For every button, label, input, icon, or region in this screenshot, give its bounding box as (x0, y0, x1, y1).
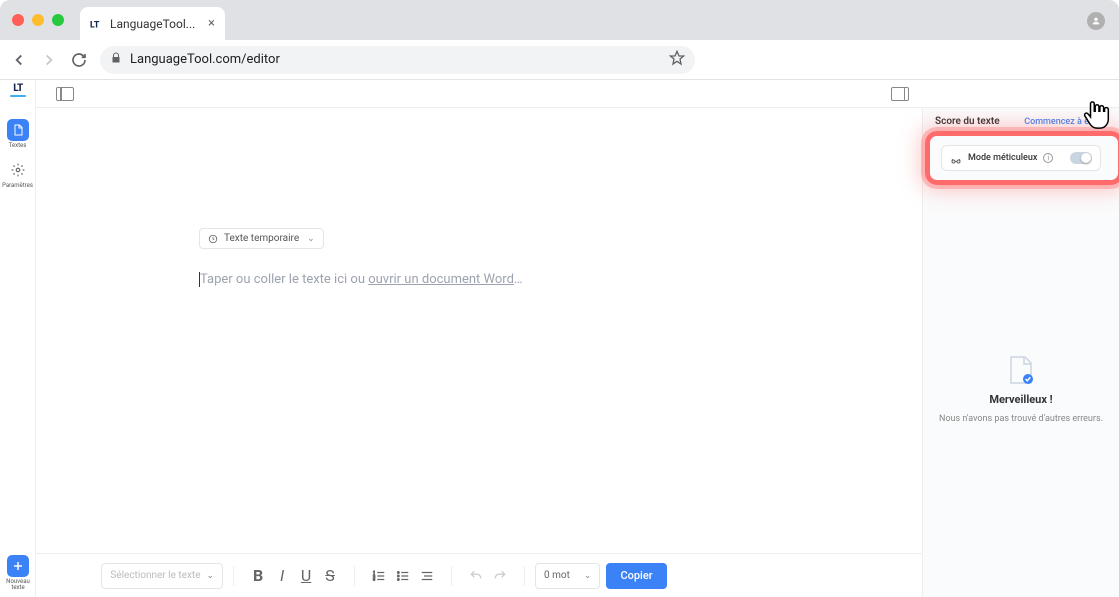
browser-address-bar: LanguageTool.com/editor (0, 40, 1119, 80)
info-icon[interactable]: i (1043, 153, 1053, 163)
tab-title: LanguageTool... (110, 17, 202, 31)
svg-text:LT: LT (90, 20, 100, 30)
document-icon (7, 119, 29, 141)
redo-icon (492, 568, 508, 584)
favicon-icon: LT (90, 17, 104, 31)
back-icon[interactable] (10, 51, 28, 69)
select-text-dropdown[interactable]: Sélectionner le texte ⌄ (101, 563, 223, 589)
bold-icon[interactable]: B (250, 568, 266, 584)
maximize-window-icon[interactable] (52, 14, 64, 26)
new-text-button[interactable] (7, 555, 29, 577)
rail-item-settings[interactable]: Paramètres (3, 156, 33, 192)
minimize-window-icon[interactable] (32, 14, 44, 26)
forward-icon (40, 51, 58, 69)
cursor-hand-icon (1083, 98, 1113, 132)
toggle-left-panel-icon[interactable] (56, 87, 74, 101)
rail-label: Textes (9, 143, 27, 149)
undo-icon (468, 568, 484, 584)
bullet-list-icon[interactable] (395, 568, 411, 584)
score-label: Score du texte (935, 116, 1000, 127)
close-tab-icon[interactable]: × (208, 16, 215, 31)
editor-area: Texte temporaire ⌄ Taper ou coller le te… (36, 80, 922, 597)
lock-icon (110, 52, 122, 68)
window-controls (12, 14, 64, 26)
clock-icon (208, 234, 218, 244)
copy-button[interactable]: Copier (606, 563, 666, 589)
toggle-right-panel-icon[interactable] (891, 87, 909, 101)
empty-state-title: Merveilleux ! (989, 393, 1052, 406)
editor-textarea[interactable]: Taper ou coller le texte ici ou ouvrir u… (199, 271, 759, 287)
gear-icon (7, 159, 29, 181)
empty-state-subtitle: Nous n'avons pas trouvé d'autres erreurs… (939, 414, 1103, 426)
chevron-down-icon: ⌄ (307, 234, 315, 244)
browser-tab[interactable]: LT LanguageTool... × (80, 7, 225, 40)
left-rail: Textes Paramètres Nouveau texte (0, 80, 36, 597)
meticulous-mode-row: Mode méticuleux i (931, 137, 1111, 179)
meticulous-label: Mode méticuleux (968, 153, 1037, 163)
browser-tab-bar: LT LanguageTool... × (0, 0, 1119, 40)
bottom-toolbar: Sélectionner le texte ⌄ B I U S 123 0 mo… (36, 553, 922, 597)
chevron-down-icon: ⌄ (584, 571, 592, 581)
document-check-icon (1008, 355, 1034, 385)
italic-icon[interactable]: I (274, 568, 290, 584)
outdent-icon[interactable] (419, 568, 435, 584)
bookmark-star-icon[interactable] (669, 50, 685, 70)
svg-text:3: 3 (373, 577, 375, 581)
url-bar[interactable]: LanguageTool.com/editor (100, 46, 695, 74)
word-count-dropdown[interactable]: 0 mot ⌄ (535, 563, 600, 589)
no-errors-state: Merveilleux ! Nous n'avons pas trouvé d'… (923, 183, 1119, 597)
document-title: Texte temporaire (224, 233, 299, 244)
rail-label: Nouveau texte (3, 579, 33, 591)
numbered-list-icon[interactable]: 123 (371, 568, 387, 584)
chevron-down-icon: ⌄ (207, 571, 215, 581)
app-logo: LT (7, 83, 29, 97)
open-word-link[interactable]: ouvrir un document Word (368, 272, 514, 287)
glasses-icon (950, 152, 962, 164)
rail-item-texts[interactable]: Textes (3, 116, 33, 152)
document-title-chip[interactable]: Texte temporaire ⌄ (199, 228, 324, 249)
meticulous-toggle[interactable] (1070, 152, 1092, 164)
rail-label: Paramètres (2, 183, 33, 189)
close-window-icon[interactable] (12, 14, 24, 26)
right-panel: Français ⌄ ⋯ Score du texte Commencez à … (922, 80, 1119, 597)
profile-icon[interactable] (1087, 12, 1105, 30)
url-text: LanguageTool.com/editor (130, 52, 280, 67)
strikethrough-icon[interactable]: S (322, 568, 338, 584)
underline-icon[interactable]: U (298, 568, 314, 584)
reload-icon[interactable] (70, 51, 88, 69)
app-top-strip (36, 80, 1119, 108)
